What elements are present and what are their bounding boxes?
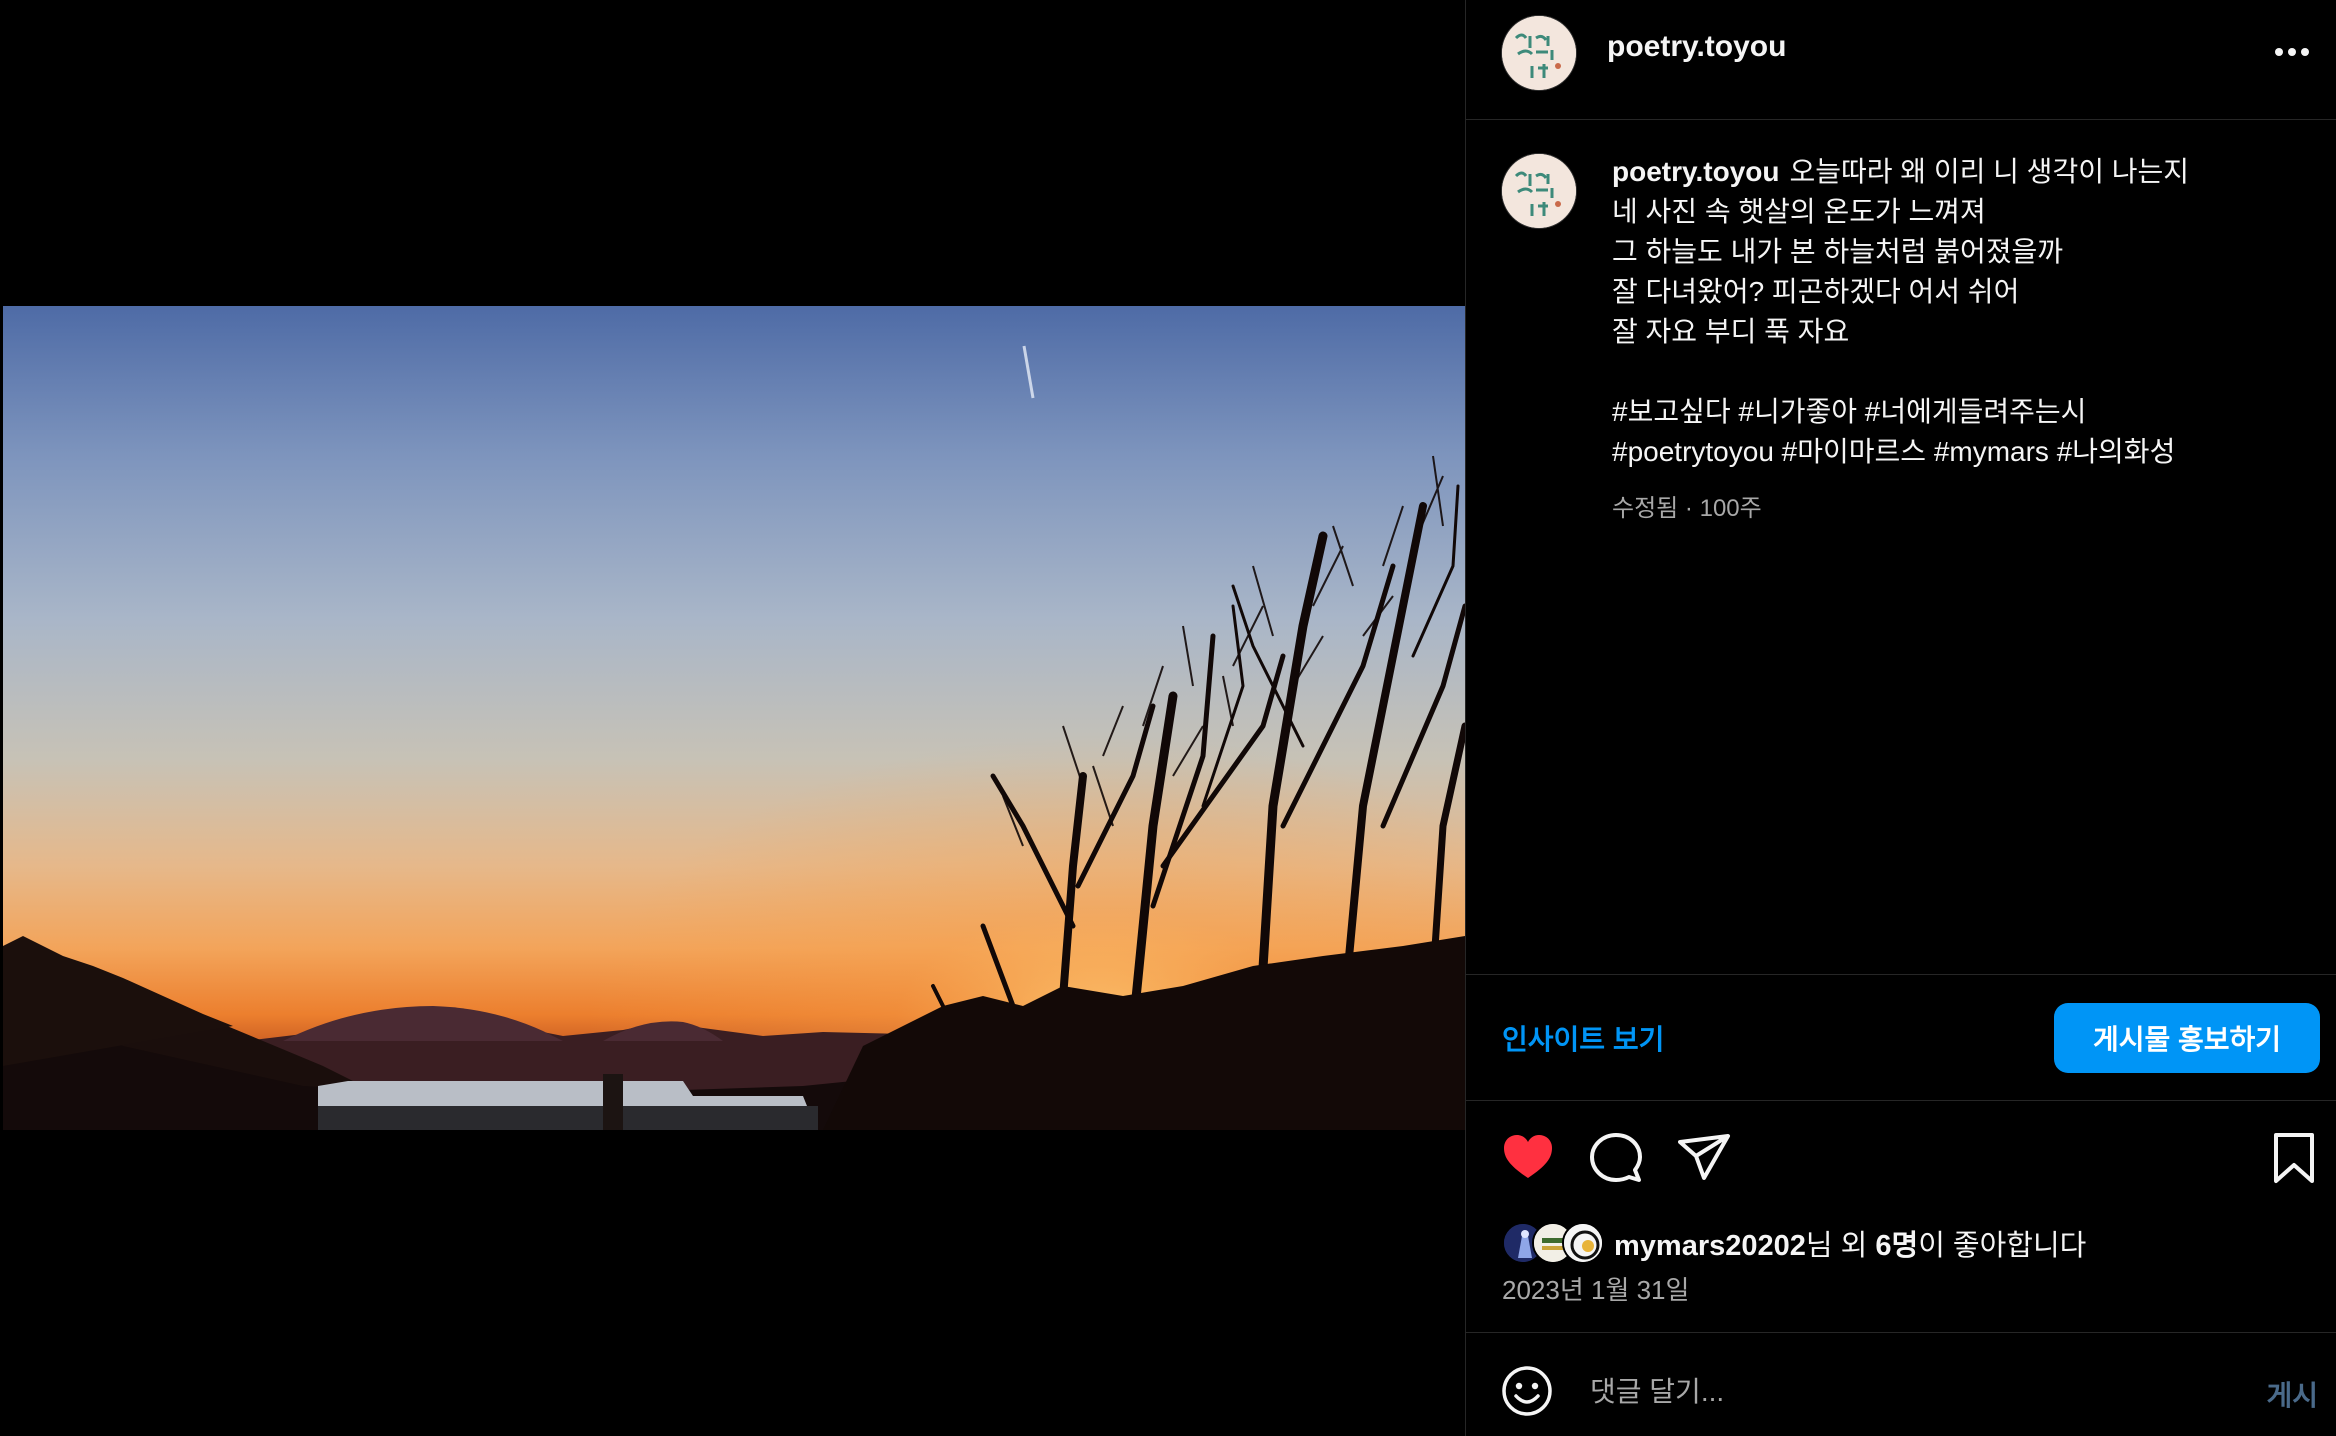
hashtag-line[interactable]: #보고싶다 #니가좋아 #너에게들려주는시 bbox=[1612, 392, 2312, 432]
avatar-logo-icon bbox=[1502, 154, 1576, 228]
caption-avatar[interactable] bbox=[1502, 154, 1576, 228]
insights-divider-bottom bbox=[1466, 1100, 2336, 1101]
meta-separator: · bbox=[1684, 495, 1693, 522]
likes-joiner: 님 외 bbox=[1805, 1230, 1876, 1262]
caption-line: poetry.toyou 오늘따라 왜 이리 니 생각이 나는지 bbox=[1612, 152, 2312, 192]
post-side-panel: poetry.toyou poetry.toyou 오늘따라 왜 이리 니 생각이… bbox=[1465, 0, 2336, 1436]
sunset-photo bbox=[3, 306, 1465, 1130]
caption-text: 오늘따라 왜 이리 니 생각이 나는지 bbox=[1789, 156, 2190, 187]
caption-line: 잘 다녀왔어? 피곤하겠다 어서 쉬어 bbox=[1612, 276, 2020, 307]
emoji-button[interactable] bbox=[1500, 1364, 1554, 1418]
like-button[interactable] bbox=[1500, 1130, 1556, 1186]
boost-post-button[interactable]: 게시물 홍보하기 bbox=[2054, 1003, 2320, 1073]
bookmark-icon bbox=[2274, 1133, 2314, 1183]
header-divider bbox=[1466, 119, 2336, 120]
caption-line: 네 사진 속 햇살의 온도가 느껴져 bbox=[1612, 196, 1986, 227]
comment-divider bbox=[1466, 1332, 2336, 1333]
edited-label: 수정됨 bbox=[1612, 495, 1679, 522]
smiley-icon bbox=[1502, 1366, 1552, 1416]
likes-count[interactable]: 6명 bbox=[1875, 1230, 1918, 1262]
likes-summary: mymars20202님 외 6명이 좋아합니다 bbox=[1502, 1221, 2086, 1265]
comment-icon bbox=[1590, 1133, 1642, 1182]
comment-input[interactable] bbox=[1590, 1368, 2150, 1416]
hashtag-line[interactable]: #poetrytoyou #마이마르스 #mymars #나의화성 bbox=[1612, 432, 2312, 472]
caption-line: 잘 자요 부디 푹 자요 bbox=[1612, 316, 1850, 347]
caption-username[interactable]: poetry.toyou bbox=[1612, 156, 1779, 187]
liker-avatar-image-icon bbox=[1564, 1224, 1602, 1262]
post-age[interactable]: 100주 bbox=[1700, 495, 1762, 522]
send-icon bbox=[1678, 1134, 1730, 1180]
post-photo[interactable] bbox=[3, 306, 1465, 1130]
header-avatar[interactable] bbox=[1502, 16, 1576, 90]
more-horizontal-icon bbox=[2275, 48, 2309, 56]
media-area bbox=[0, 0, 1465, 1436]
likes-suffix: 이 좋아합니다 bbox=[1918, 1230, 2087, 1262]
insights-divider-top bbox=[1466, 974, 2336, 975]
likes-text: mymars20202님 외 6명이 좋아합니다 bbox=[1614, 1222, 2086, 1264]
header-username[interactable]: poetry.toyou bbox=[1607, 30, 1786, 64]
view-insights-link[interactable]: 인사이트 보기 bbox=[1502, 1018, 1664, 1058]
post-date[interactable]: 2023년 1월 31일 bbox=[1502, 1270, 1689, 1307]
comment-button[interactable] bbox=[1588, 1130, 1644, 1186]
liker-avatar[interactable] bbox=[1562, 1222, 1604, 1264]
avatar-logo-icon bbox=[1502, 16, 1576, 90]
share-button[interactable] bbox=[1676, 1130, 1732, 1186]
post-caption: poetry.toyou 오늘따라 왜 이리 니 생각이 나는지 네 사진 속 햇… bbox=[1612, 152, 2312, 472]
heart-filled-icon bbox=[1504, 1135, 1552, 1178]
save-button[interactable] bbox=[2266, 1130, 2322, 1186]
liker-username[interactable]: mymars20202 bbox=[1614, 1230, 1806, 1262]
post-viewer: poetry.toyou poetry.toyou 오늘따라 왜 이리 니 생각이… bbox=[0, 0, 2336, 1436]
caption-line: 그 하늘도 내가 본 하늘처럼 붉어졌을까 bbox=[1612, 236, 2064, 267]
caption-meta: 수정됨 · 100주 bbox=[1612, 488, 1762, 523]
post-comment-button[interactable]: 게시 bbox=[2266, 1374, 2318, 1414]
more-options-button[interactable] bbox=[2270, 30, 2314, 74]
